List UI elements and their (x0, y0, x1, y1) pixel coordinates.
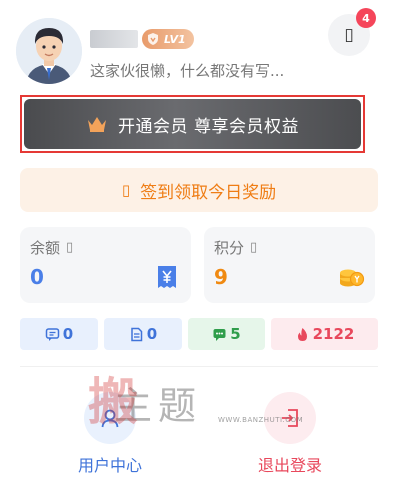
messages-count: 5 (230, 325, 241, 343)
logout-label: 退出登录 (257, 456, 322, 475)
avatar[interactable] (16, 18, 82, 84)
site-watermark: 搬 主题 WWW.BANZHUTI.COM (88, 372, 318, 432)
level-badge: LV1 (142, 29, 194, 49)
crown-icon (88, 117, 107, 132)
gift-icon: ▯ (121, 181, 131, 199)
points-label-row: 积分 ▯ (214, 237, 257, 258)
posts-count-chip[interactable]: 0 (104, 318, 182, 350)
level-shield-icon (148, 33, 158, 45)
balance-help-icon[interactable]: ▯ (66, 240, 73, 255)
document-icon (131, 327, 143, 341)
watermark-seal: 搬 (88, 372, 138, 431)
bell-icon: ▯ (344, 24, 354, 45)
signin-label: 签到领取今日奖励 (140, 182, 277, 203)
flame-icon (297, 327, 307, 341)
divider (20, 366, 378, 367)
points-help-icon[interactable]: ▯ (250, 240, 257, 255)
message-icon (213, 328, 226, 341)
posts-count: 0 (146, 325, 158, 343)
popularity-count: 2122 (312, 325, 355, 343)
avatar-image (16, 18, 82, 84)
points-value: 9 (214, 265, 228, 289)
user-center-label: 用户中心 (77, 456, 142, 475)
username[interactable]: j (90, 30, 138, 48)
notification-count-badge: 4 (356, 8, 376, 28)
balance-label: 余额 (30, 239, 61, 257)
comments-count-chip[interactable]: 0 (20, 318, 98, 350)
coins-icon (340, 269, 365, 287)
profile-motto: 这家伙很懒，什么都没有写... (90, 62, 285, 80)
notification-button[interactable]: ▯ 4 (328, 8, 376, 56)
name-row: j LV1 (90, 28, 194, 50)
points-card[interactable]: 积分 ▯ 9 (204, 227, 375, 303)
balance-card[interactable]: 余额 ▯ 0 (20, 227, 191, 303)
level-text: LV1 (164, 32, 186, 46)
messages-count-chip[interactable]: 5 (188, 318, 265, 350)
daily-signin-button[interactable]: ▯ 签到领取今日奖励 (20, 168, 378, 212)
balance-value: 0 (30, 265, 44, 289)
comment-icon (45, 327, 60, 341)
vip-label: 开通会员 尊享会员权益 (118, 116, 299, 137)
watermark-url: WWW.BANZHUTI.COM (218, 416, 304, 424)
points-label: 积分 (214, 239, 245, 257)
vip-banner[interactable]: 开通会员 尊享会员权益 (24, 99, 361, 149)
popularity-count-chip[interactable]: 2122 (271, 318, 378, 350)
balance-label-row: 余额 ▯ (30, 237, 73, 258)
yuan-ticket-icon (158, 266, 176, 288)
vip-banner-frame: 开通会员 尊享会员权益 (20, 95, 365, 153)
comments-count: 0 (62, 325, 74, 343)
